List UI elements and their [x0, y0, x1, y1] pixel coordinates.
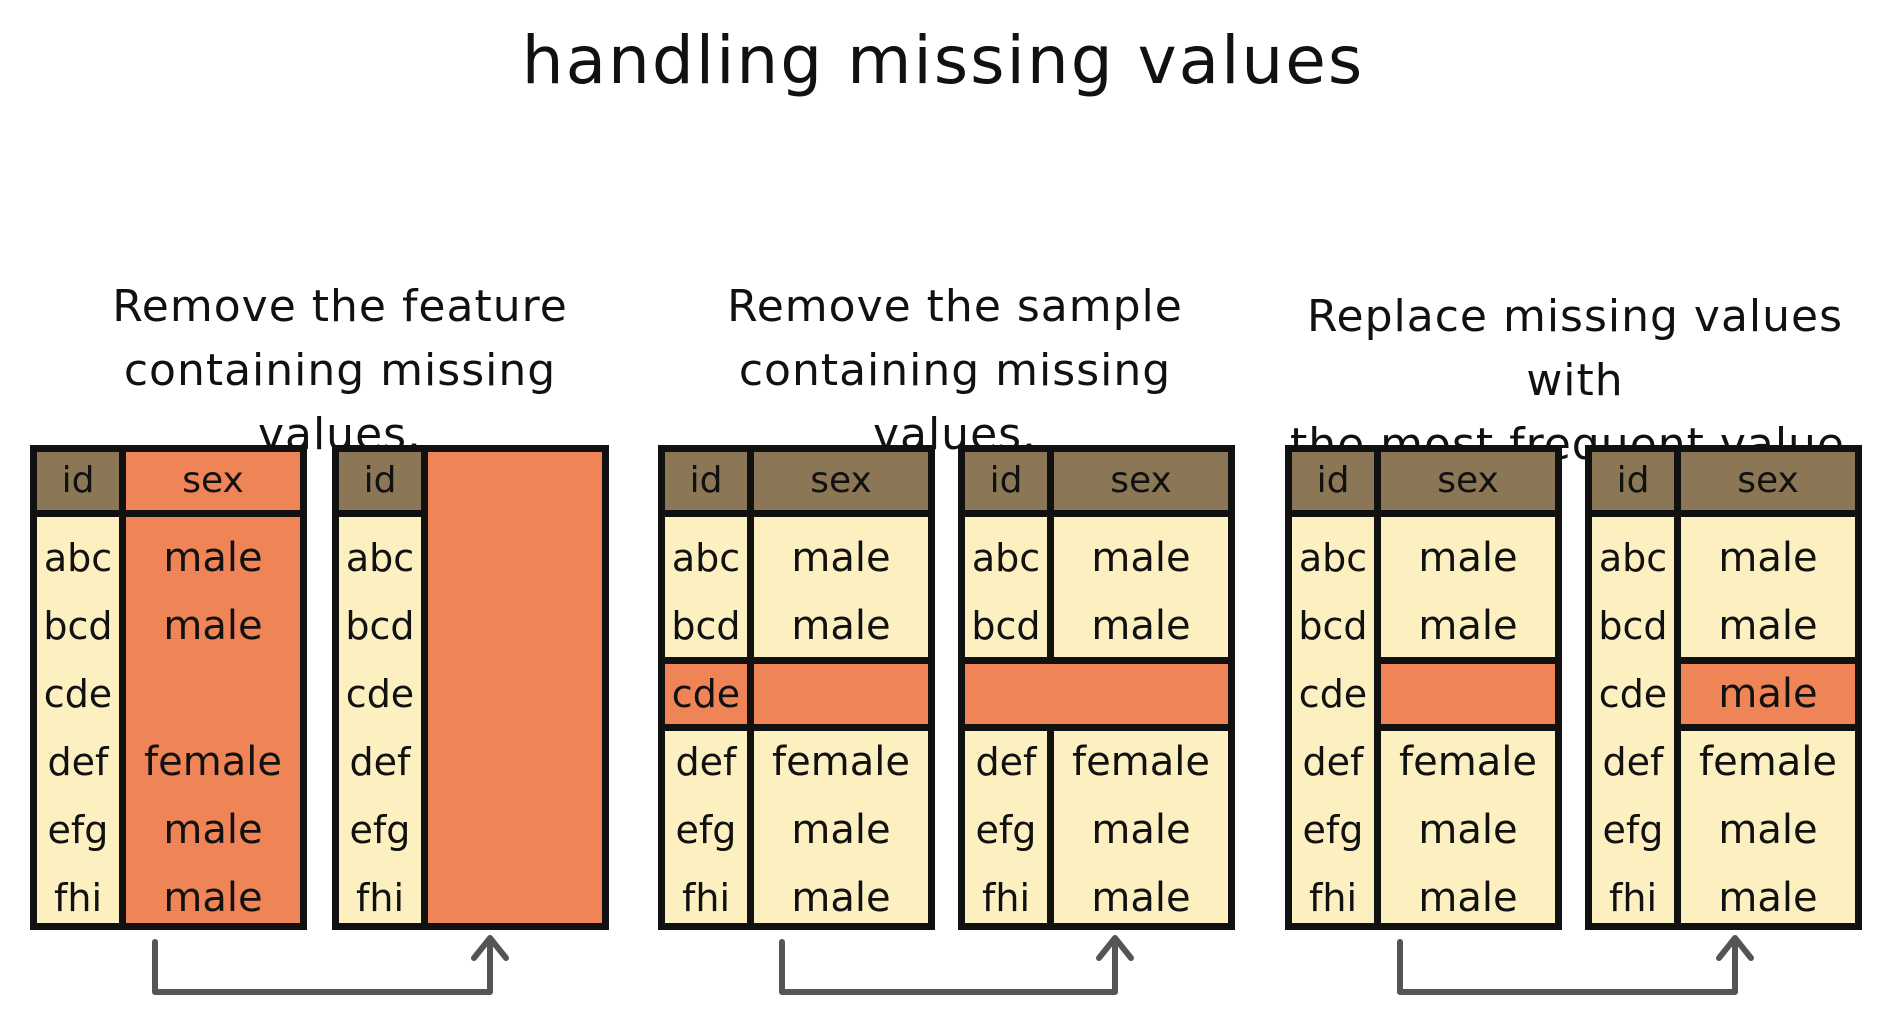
- id-cell: efg: [675, 808, 737, 852]
- id-cell: bcd: [671, 604, 741, 648]
- id-cell: fhi: [53, 876, 103, 920]
- sex-cell: [1381, 660, 1555, 728]
- sex-cell: male: [1718, 535, 1818, 581]
- id-cell: abc: [1598, 536, 1668, 580]
- section-1-arrow: [152, 937, 493, 995]
- id-cell: bcd: [345, 604, 415, 648]
- sex-cell: male: [1418, 535, 1518, 581]
- id-cell: bcd: [971, 604, 1041, 648]
- id-cell: bcd: [1598, 604, 1668, 648]
- id-cell: cde: [1598, 672, 1668, 716]
- sex-cell: female: [1072, 739, 1210, 785]
- id-cell: abc: [345, 536, 415, 580]
- sex-cell: male: [791, 603, 891, 649]
- sex-cell: female: [144, 739, 282, 785]
- id-cell: fhi: [981, 876, 1031, 920]
- id-cell: def: [349, 740, 411, 784]
- id-cell: efg: [975, 808, 1037, 852]
- section-3-arrow: [1397, 937, 1738, 995]
- sex-cell: male: [163, 807, 263, 853]
- id-cell: fhi: [1308, 876, 1358, 920]
- id-cell: efg: [1602, 808, 1664, 852]
- sex-cell: male: [163, 603, 263, 649]
- id-cell: abc: [971, 536, 1041, 580]
- sex-cell: male: [1418, 807, 1518, 853]
- sex-cell: female: [772, 739, 910, 785]
- sex-cell: [754, 660, 928, 728]
- id-cell: fhi: [1608, 876, 1658, 920]
- sex-cell: male: [1418, 603, 1518, 649]
- id-cell: abc: [671, 536, 741, 580]
- sex-cell: [126, 660, 300, 728]
- id-cell: def: [47, 740, 109, 784]
- id-cell: efg: [1302, 808, 1364, 852]
- sex-cell: male: [1718, 807, 1818, 853]
- id-cell: cde: [43, 672, 113, 716]
- id-cell: def: [1302, 740, 1364, 784]
- id-cell: def: [675, 740, 737, 784]
- id-cell: cde: [671, 672, 741, 716]
- sex-cell: male: [1718, 671, 1818, 717]
- sex-cell: male: [1418, 875, 1518, 921]
- sex-cell: male: [1091, 807, 1191, 853]
- sex-cell: male: [163, 535, 263, 581]
- id-cell: efg: [47, 808, 109, 852]
- sex-cell: male: [1091, 603, 1191, 649]
- id-cell: def: [975, 740, 1037, 784]
- id-cell: abc: [1298, 536, 1368, 580]
- id-cell: efg: [349, 808, 411, 852]
- sex-cell: male: [1718, 875, 1818, 921]
- sex-cell: female: [1699, 739, 1837, 785]
- sex-cell: female: [1399, 739, 1537, 785]
- id-cell: fhi: [355, 876, 405, 920]
- id-cell: abc: [43, 536, 113, 580]
- section-2-arrow: [779, 937, 1118, 995]
- id-cell: cde: [345, 672, 415, 716]
- sex-cell: male: [791, 807, 891, 853]
- id-cell: def: [1602, 740, 1664, 784]
- sex-cell: male: [1091, 535, 1191, 581]
- id-cell: bcd: [1298, 604, 1368, 648]
- id-cell: fhi: [681, 876, 731, 920]
- id-cell: cde: [1298, 672, 1368, 716]
- sex-cell: male: [163, 875, 263, 921]
- id-cell: [965, 660, 1047, 728]
- sex-cell: male: [1091, 875, 1191, 921]
- sex-cell: male: [791, 875, 891, 921]
- id-cell: bcd: [43, 604, 113, 648]
- sex-cell: male: [791, 535, 891, 581]
- sex-cell: male: [1718, 603, 1818, 649]
- sex-cell: [1054, 660, 1228, 728]
